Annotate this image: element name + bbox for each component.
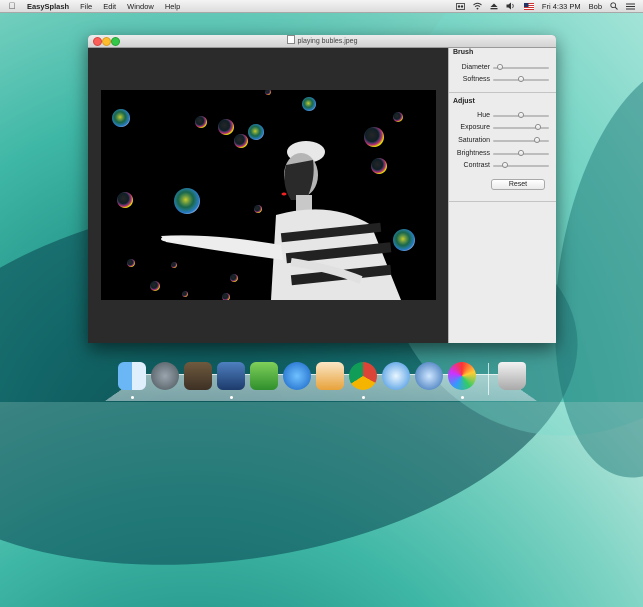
section-divider xyxy=(449,92,556,93)
running-indicator xyxy=(131,396,134,399)
tape-icon[interactable] xyxy=(455,2,465,10)
diameter-slider[interactable] xyxy=(493,64,549,70)
menu-window[interactable]: Window xyxy=(127,2,154,11)
volume-icon[interactable] xyxy=(506,2,516,10)
wifi-icon[interactable] xyxy=(473,2,482,10)
softness-row: Softness xyxy=(449,75,556,85)
diameter-label: Diameter xyxy=(461,64,490,71)
contrast-slider-knob[interactable] xyxy=(502,162,509,168)
diameter-row: Diameter xyxy=(449,63,556,73)
hue-slider-knob[interactable] xyxy=(518,112,524,118)
adjust-section-title: Adjust xyxy=(453,98,475,105)
flag-icon[interactable] xyxy=(523,2,534,10)
zoom-button[interactable] xyxy=(111,37,120,46)
menu-app-name[interactable]: EasySplash xyxy=(27,2,69,11)
safari-icon[interactable] xyxy=(382,362,410,390)
brightness-slider[interactable] xyxy=(493,150,549,156)
app-store-icon[interactable] xyxy=(283,362,311,390)
chrome-icon[interactable] xyxy=(349,362,377,390)
window-title: playing bubles.jpeg xyxy=(297,38,358,45)
menu-bar:  EasySplash File Edit Window Help Fri 4… xyxy=(0,0,643,13)
status-area: Fri 4:33 PM Bob xyxy=(455,2,635,11)
hue-label: Hue xyxy=(477,112,490,119)
saturation-row: Saturation xyxy=(449,136,556,146)
menu-help[interactable]: Help xyxy=(165,2,180,11)
saturation-slider[interactable] xyxy=(493,137,549,143)
pages-icon[interactable] xyxy=(316,362,344,390)
contrast-label: Contrast xyxy=(463,162,490,169)
easysplash-icon[interactable] xyxy=(448,362,476,390)
exposure-row: Exposure xyxy=(449,123,556,133)
saturation-label: Saturation xyxy=(458,137,490,144)
hue-slider[interactable] xyxy=(493,112,549,118)
brush-section-title: Brush xyxy=(453,49,474,56)
photo-browser-icon[interactable] xyxy=(184,362,212,390)
trash-icon[interactable] xyxy=(498,362,526,390)
title-bar[interactable]: playing bubles.jpeg xyxy=(88,35,556,48)
finder-icon[interactable] xyxy=(118,362,146,390)
inspector-sidebar: Brush Diameter Softness Adjust Hue Expos… xyxy=(448,48,556,343)
photo-image[interactable] xyxy=(101,90,436,300)
launchpad-icon[interactable] xyxy=(151,362,179,390)
photo-canvas[interactable] xyxy=(101,90,436,300)
document-icon xyxy=(286,35,295,44)
exposure-slider[interactable] xyxy=(493,124,549,130)
dock-separator xyxy=(488,363,489,395)
contrast-slider[interactable] xyxy=(493,162,549,168)
mail-icon[interactable] xyxy=(415,362,443,390)
softness-slider-knob[interactable] xyxy=(518,76,524,82)
notification-center-icon[interactable] xyxy=(626,3,635,10)
evernote-icon[interactable] xyxy=(250,362,278,390)
spotlight-icon[interactable] xyxy=(610,2,618,10)
close-button[interactable] xyxy=(93,37,102,46)
app-window: playing bubles.jpeg Brush Diameter Softn… xyxy=(88,35,556,343)
exposure-slider-knob[interactable] xyxy=(534,124,541,130)
eject-icon[interactable] xyxy=(490,3,498,10)
xcode-icon[interactable] xyxy=(217,362,245,390)
contrast-row: Contrast xyxy=(449,161,556,171)
brightness-label: Brightness xyxy=(456,150,490,157)
apple-icon[interactable]:  xyxy=(7,0,17,12)
reset-button[interactable]: Reset xyxy=(491,179,545,190)
running-indicator xyxy=(362,396,365,399)
running-indicator xyxy=(461,396,464,399)
running-indicator xyxy=(230,396,233,399)
menu-edit[interactable]: Edit xyxy=(103,2,116,11)
clock[interactable]: Fri 4:33 PM xyxy=(542,2,581,11)
menu-file[interactable]: File xyxy=(80,2,92,11)
brightness-row: Brightness xyxy=(449,149,556,159)
user-name[interactable]: Bob xyxy=(589,2,602,11)
saturation-slider-knob[interactable] xyxy=(533,137,540,143)
minimize-button[interactable] xyxy=(102,37,111,46)
brightness-slider-knob[interactable] xyxy=(518,150,524,156)
softness-slider[interactable] xyxy=(493,76,549,82)
section-divider xyxy=(449,201,556,202)
canvas-area[interactable] xyxy=(88,48,448,343)
hue-row: Hue xyxy=(449,111,556,121)
exposure-label: Exposure xyxy=(460,124,490,131)
softness-label: Softness xyxy=(462,76,490,83)
diameter-slider-knob[interactable] xyxy=(496,64,503,70)
